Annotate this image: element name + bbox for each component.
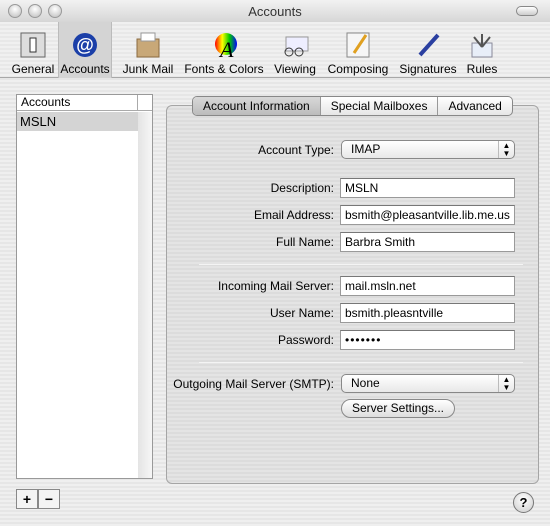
font-color-wheel-icon: A [209,30,239,60]
junk-box-icon [133,30,163,60]
user-name-field[interactable]: bsmith.pleasntville [340,303,515,323]
account-type-value: IMAP [351,142,381,156]
remove-account-button[interactable]: − [38,489,60,509]
account-type-label: Account Type: [258,143,334,157]
account-row-msln[interactable]: MSLN [17,112,138,131]
help-button[interactable]: ? [513,492,534,513]
accounts-list[interactable]: Accounts MSLN [16,94,153,479]
tab-special-mailboxes[interactable]: Special Mailboxes [321,97,439,115]
outgoing-server-popup[interactable]: None ▲ ▼ [341,374,515,393]
toolbar-label: Junk Mail [122,62,174,76]
password-label: Password: [277,333,334,347]
rules-arrows-icon [467,30,497,60]
account-type-popup[interactable]: IMAP ▲ ▼ [341,140,515,159]
window-title: Accounts [248,4,302,19]
outgoing-server-label: Outgoing Mail Server (SMTP): [173,377,334,391]
toolbar-label: Rules [466,62,498,76]
toolbar-viewing[interactable]: Viewing [272,22,318,78]
header-corner [138,95,152,111]
toolbar-label: General [11,62,55,76]
toolbar-label: Fonts & Colors [184,62,264,76]
popup-arrows-icon: ▲ ▼ [498,141,514,158]
pencil-paper-icon [343,30,373,60]
switch-icon [18,30,48,60]
user-name-label: User Name: [269,306,334,320]
full-name-field[interactable]: Barbra Smith [340,232,515,252]
toolbar-label: Viewing [274,62,316,76]
incoming-server-label: Incoming Mail Server: [217,279,334,293]
toolbar-label: Accounts [60,62,110,76]
toolbar: General @ Accounts Junk Mail A Fonts & C… [0,22,550,78]
description-field[interactable]: MSLN [340,178,515,198]
toolbar-composing[interactable]: Composing [324,22,392,78]
add-account-button[interactable]: + [16,489,38,509]
divider [199,362,523,363]
svg-text:A: A [218,37,234,59]
toolbar-accounts[interactable]: @ Accounts [58,22,112,78]
description-label: Description: [270,181,334,195]
glasses-icon [280,30,310,60]
toolbar-general[interactable]: General [8,22,58,78]
popup-arrows-icon: ▲ ▼ [498,375,514,392]
full-name-label: Full Name: [275,235,334,249]
accounts-column-header[interactable]: Accounts [17,95,138,111]
tab-bar: Account Information Special Mailboxes Ad… [192,96,513,116]
toolbar-label: Signatures [399,62,457,76]
outgoing-server-value: None [351,376,380,390]
toolbar-label: Composing [327,62,389,76]
password-field[interactable]: ••••••• [340,330,515,350]
svg-text:@: @ [76,35,94,55]
divider [199,264,523,265]
toolbar-fonts-colors[interactable]: A Fonts & Colors [182,22,266,78]
tab-account-information[interactable]: Account Information [193,97,321,115]
at-icon: @ [70,30,100,60]
email-field[interactable]: bsmith@pleasantville.lib.me.us [340,205,515,225]
scrollbar[interactable] [138,112,152,478]
toolbar-junk-mail[interactable]: Junk Mail [118,22,178,78]
incoming-server-field[interactable]: mail.msln.net [340,276,515,296]
preferences-window: Accounts General @ Accounts Junk Mail A … [0,0,550,526]
pen-icon [413,30,443,60]
toolbar-signatures[interactable]: Signatures [396,22,460,78]
title-bar: Accounts [0,0,550,22]
toolbar-toggle-button[interactable] [516,6,538,16]
toolbar-rules[interactable]: Rules [462,22,502,78]
server-settings-button[interactable]: Server Settings... [341,399,455,418]
email-label: Email Address: [253,208,334,222]
tab-advanced[interactable]: Advanced [438,97,511,115]
